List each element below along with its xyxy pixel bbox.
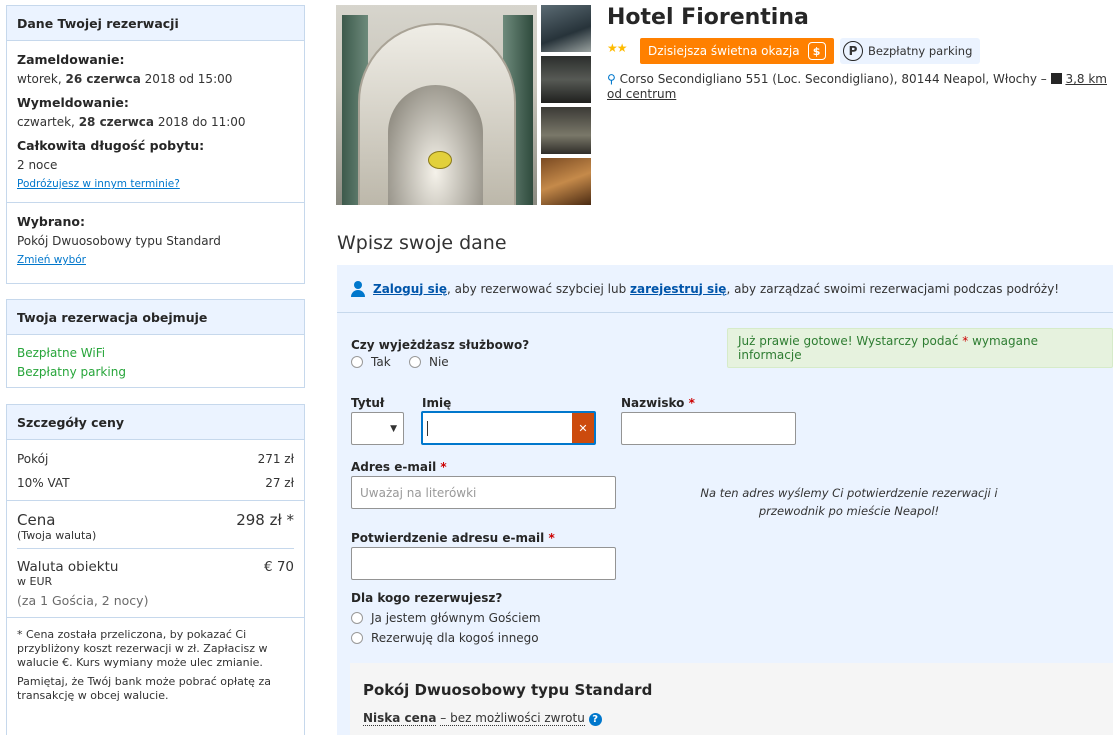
includes-panel: Twoja rezerwacja obejmuje Bezpłatne WiFi… bbox=[6, 299, 305, 388]
booking-dates-section: Zameldowanie: wtorek, 26 czerwca 2018 od… bbox=[7, 41, 304, 202]
register-link[interactable]: zarejestruj się bbox=[630, 282, 726, 296]
map-pin-icon: ⚲ bbox=[607, 72, 616, 86]
form-heading: Wpisz swoje dane bbox=[337, 232, 507, 254]
clear-field-button[interactable]: ✕ bbox=[572, 413, 594, 443]
stay-length-value: 2 noce bbox=[17, 158, 58, 172]
property-currency-label: Waluta obiektu bbox=[17, 559, 119, 575]
checkout-value: czwartek, 28 czerwca 2018 do 11:00 bbox=[17, 115, 246, 129]
property-currency-value: € 70 bbox=[263, 559, 294, 575]
other-guest-radio[interactable]: Rezerwuję dla kogoś innego bbox=[351, 631, 539, 645]
total-sub: (Twoja waluta) bbox=[17, 529, 97, 542]
free-parking-badge: P Bezpłatny parking bbox=[840, 38, 981, 64]
checkin-label: Zameldowanie: bbox=[17, 52, 125, 67]
ready-notice: Już prawie gotowe! Wystarczy podać * wym… bbox=[727, 328, 1113, 368]
change-selection-link[interactable]: Zmień wybór bbox=[17, 254, 294, 266]
selected-label: Wybrano: bbox=[17, 214, 85, 229]
price-panel: Szczegóły ceny Pokój 271 zł 10% VAT 27 zł … bbox=[6, 404, 305, 735]
deal-label: Dzisiejsza świetna okazja bbox=[648, 44, 800, 58]
lastname-input[interactable] bbox=[621, 412, 796, 445]
distance-icon bbox=[1050, 73, 1062, 84]
property-currency-sub: w EUR bbox=[17, 575, 53, 588]
great-deal-badge: Dzisiejsza świetna okazja $ bbox=[640, 38, 834, 64]
hotel-thumbnails bbox=[541, 5, 591, 209]
include-item-parking: Bezpłatny parking bbox=[17, 365, 126, 379]
checkout-label: Wymeldowanie: bbox=[17, 95, 129, 110]
total-label: Cena bbox=[17, 511, 56, 529]
hotel-thumbnail[interactable] bbox=[541, 107, 591, 154]
login-bar: Zaloguj się, aby rezerwować szybciej lub… bbox=[337, 265, 1113, 313]
price-breakdown: Pokój 271 zł 10% VAT 27 zł bbox=[7, 440, 304, 501]
total-value: 298 zł * bbox=[236, 511, 294, 529]
rate-line: Niska cena – bez możliwości zwrotu ? bbox=[363, 711, 602, 726]
title-select[interactable]: ▼ bbox=[351, 412, 404, 445]
footnote-conversion: * Cena została przeliczona, by pokazać C… bbox=[17, 628, 268, 669]
parking-label: Bezpłatny parking bbox=[868, 44, 973, 58]
booking-details-panel: Dane Twojej rezerwacji Zameldowanie: wto… bbox=[6, 5, 305, 284]
parking-icon: P bbox=[843, 41, 863, 61]
room-section: Pokój Dwuosobowy typu Standard Niska cen… bbox=[350, 663, 1113, 735]
confirm-email-input[interactable] bbox=[351, 547, 616, 580]
email-note: Na ten adres wyślemy Ci potwierdzenie re… bbox=[700, 486, 998, 518]
include-item-wifi: Bezpłatne WiFi bbox=[17, 346, 106, 360]
footnote-bank: Pamiętaj, że Twój bank może pobrać opłat… bbox=[17, 675, 271, 702]
email-input[interactable]: Uważaj na literówki bbox=[351, 476, 616, 509]
hotel-main-photo[interactable] bbox=[336, 5, 537, 205]
selected-room-section: Wybrano: Pokój Dwuosobowy typu Standard … bbox=[7, 202, 304, 278]
hotel-address: ⚲ Corso Secondigliano 551 (Loc. Secondig… bbox=[607, 72, 1107, 102]
price-row-room: Pokój 271 zł bbox=[17, 452, 294, 466]
price-total: Cena 298 zł * (Twoja waluta) bbox=[17, 501, 294, 549]
for-whom-label: Dla kogo rezerwujesz? bbox=[351, 591, 503, 605]
hotel-star-rating: ★★ bbox=[607, 41, 627, 55]
guests-note: (za 1 Gościa, 2 nocy) bbox=[17, 593, 149, 608]
price-title: Szczegóły ceny bbox=[7, 405, 304, 440]
title-label: Tytuł bbox=[351, 396, 385, 410]
other-dates-link[interactable]: Podróżujesz w innym terminie? bbox=[17, 178, 294, 190]
hotel-thumbnail[interactable] bbox=[541, 56, 591, 103]
checkin-value: wtorek, 26 czerwca 2018 od 15:00 bbox=[17, 72, 233, 86]
lastname-label: Nazwisko * bbox=[621, 396, 695, 410]
login-link[interactable]: Zaloguj się bbox=[373, 282, 447, 296]
includes-list: Bezpłatne WiFi Bezpłatny parking bbox=[7, 335, 304, 388]
user-icon bbox=[351, 280, 365, 297]
selected-value: Pokój Dwuosobowy typu Standard bbox=[17, 234, 221, 248]
price-footnotes: * Cena została przeliczona, by pokazać C… bbox=[7, 618, 304, 703]
email-label: Adres e-mail * bbox=[351, 460, 447, 474]
rate-name: Niska cena bbox=[363, 711, 437, 726]
firstname-input[interactable]: ✕ bbox=[421, 411, 596, 445]
confirm-email-label: Potwierdzenie adresu e-mail * bbox=[351, 531, 555, 545]
hotel-address-text: Corso Secondigliano 551 (Loc. Secondigli… bbox=[619, 72, 1047, 86]
booking-details-title: Dane Twojej rezerwacji bbox=[7, 6, 304, 41]
property-currency: Waluta obiektu € 70 w EUR (za 1 Gościa, … bbox=[7, 549, 304, 618]
stay-length-label: Całkowita długość pobytu: bbox=[17, 138, 205, 153]
firstname-label: Imię bbox=[422, 396, 452, 410]
main-guest-radio[interactable]: Ja jestem głównym Gościem bbox=[351, 611, 541, 625]
business-trip-label: Czy wyjeżdżasz służbowo? bbox=[351, 338, 530, 352]
deal-info-icon[interactable]: $ bbox=[807, 42, 826, 60]
business-yes-radio[interactable]: Tak bbox=[351, 355, 391, 369]
guest-details-form: Zaloguj się, aby rezerwować szybciej lub… bbox=[337, 265, 1113, 735]
hotel-thumbnail[interactable] bbox=[541, 158, 591, 205]
price-row-vat: 10% VAT 27 zł bbox=[17, 476, 294, 490]
business-no-radio[interactable]: Nie bbox=[409, 355, 449, 369]
room-title: Pokój Dwuosobowy typu Standard bbox=[363, 681, 653, 699]
includes-title: Twoja rezerwacja obejmuje bbox=[7, 300, 304, 335]
hotel-name: Hotel Fiorentina bbox=[607, 5, 809, 30]
text-cursor bbox=[427, 420, 428, 436]
hotel-thumbnail[interactable] bbox=[541, 5, 591, 52]
rate-info-icon[interactable]: ? bbox=[588, 713, 602, 726]
